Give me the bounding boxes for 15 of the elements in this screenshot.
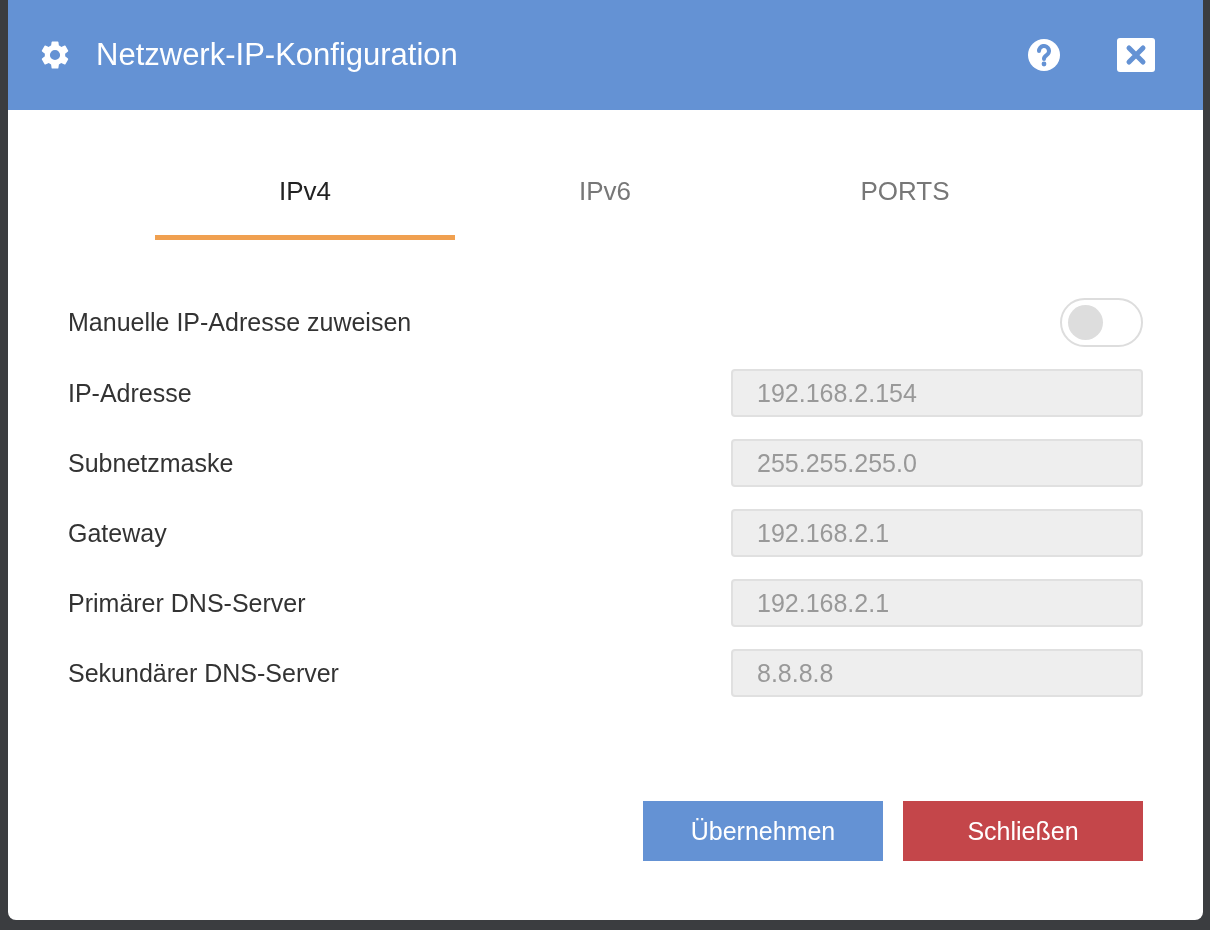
close-button[interactable]: Schließen	[903, 801, 1143, 861]
close-icon[interactable]	[1117, 38, 1155, 72]
field-label: Subnetzmaske	[68, 448, 234, 478]
tab[interactable]: IPv4	[155, 168, 455, 240]
field-label: Sekundärer DNS-Server	[68, 658, 339, 688]
tab[interactable]: PORTS	[755, 168, 1055, 240]
field-label: IP-Adresse	[68, 378, 192, 408]
apply-button[interactable]: Übernehmen	[643, 801, 883, 861]
toggle-label: Manuelle IP-Adresse zuweisen	[68, 308, 412, 337]
tab[interactable]: IPv6	[455, 168, 755, 240]
toggle-switch[interactable]	[1060, 298, 1143, 347]
window-title: Netzwerk-IP-Konfiguration	[96, 37, 459, 73]
field-label: Gateway	[68, 518, 167, 548]
help-icon[interactable]	[1027, 38, 1061, 72]
field-label: Primärer DNS-Server	[68, 588, 306, 618]
